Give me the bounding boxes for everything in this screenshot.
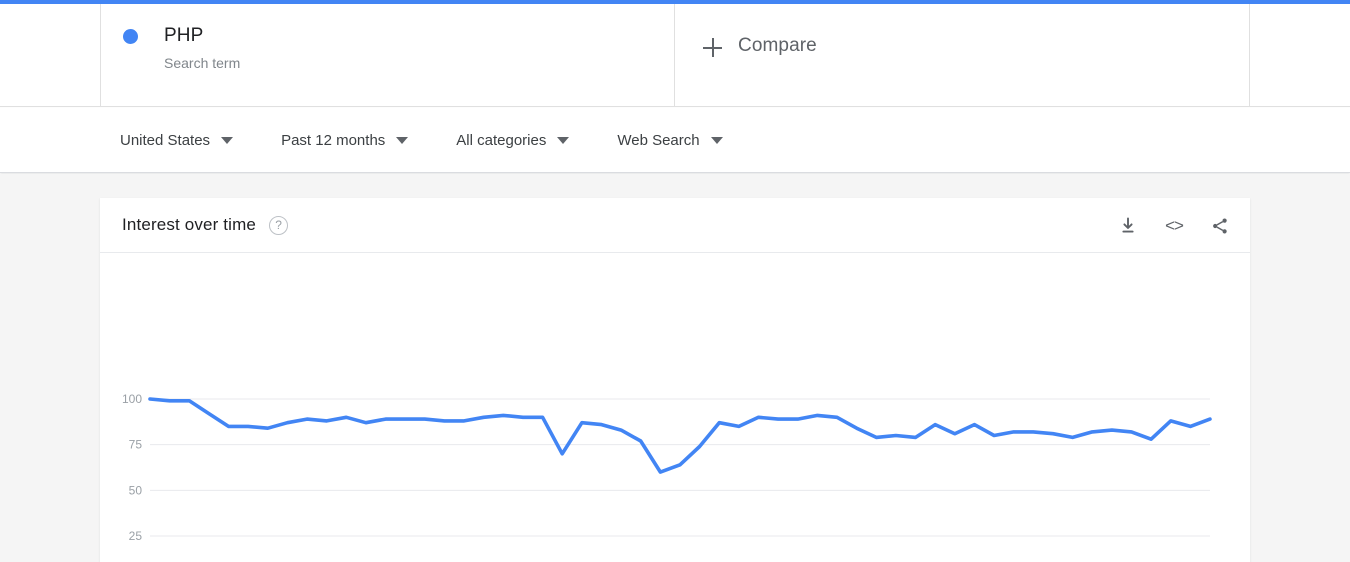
search-term-card[interactable]: PHP Search term bbox=[100, 4, 675, 107]
filter-time-range[interactable]: Past 12 months bbox=[281, 131, 409, 151]
card-actions: <> bbox=[1116, 198, 1232, 253]
filter-time-range-label: Past 12 months bbox=[281, 131, 386, 149]
compare-label: Compare bbox=[738, 35, 817, 56]
filter-location[interactable]: United States bbox=[120, 131, 234, 151]
search-term-header: PHP bbox=[123, 22, 674, 50]
series-color-dot-icon bbox=[123, 28, 138, 44]
page-title: Interest over time bbox=[122, 215, 257, 234]
chevron-down-icon bbox=[396, 137, 409, 144]
interest-over-time-chart[interactable]: 255075100 11 Aug 20191 Dec 201922 Mar 20… bbox=[100, 253, 1250, 562]
filter-search-type[interactable]: Web Search bbox=[617, 131, 723, 151]
filter-search-type-label: Web Search bbox=[617, 131, 700, 149]
page-body: Interest over time ? <> 25 50 75 100 bbox=[0, 174, 1350, 562]
chevron-down-icon bbox=[221, 137, 234, 144]
y-axis-tick-label: 25 bbox=[129, 529, 143, 543]
search-term-label: PHP bbox=[164, 25, 204, 46]
help-circle-icon[interactable]: ? bbox=[269, 215, 289, 235]
filter-location-label: United States bbox=[120, 131, 211, 149]
search-term-row: PHP Search term Compare bbox=[0, 4, 1350, 107]
plus-icon bbox=[703, 38, 722, 57]
google-trends-page: PHP Search term Compare United States Pa… bbox=[0, 0, 1350, 562]
filter-list: United States Past 12 months All categor… bbox=[120, 108, 771, 173]
embed-code-glyph: <> bbox=[1165, 215, 1184, 235]
chevron-down-icon bbox=[557, 137, 570, 144]
chart-series-line bbox=[148, 397, 1212, 474]
chevron-down-icon bbox=[710, 137, 723, 144]
filter-category-label: All categories bbox=[456, 131, 547, 149]
search-term-type: Search term bbox=[164, 55, 241, 71]
filter-category[interactable]: All categories bbox=[456, 131, 570, 151]
y-axis-tick-label: 100 bbox=[122, 392, 142, 406]
y-axis-tick-label: 75 bbox=[129, 438, 143, 452]
compare-button[interactable]: Compare bbox=[675, 4, 1250, 107]
card-header: Interest over time ? <> bbox=[100, 198, 1250, 253]
embed-code-icon[interactable]: <> bbox=[1162, 214, 1186, 238]
y-axis-tick-label: 50 bbox=[129, 483, 143, 497]
interest-over-time-card: Interest over time ? <> 25 50 75 100 bbox=[100, 198, 1250, 562]
download-icon[interactable] bbox=[1116, 214, 1140, 238]
chart-y-axis-ticks: 25 50 75 100 bbox=[122, 392, 142, 543]
filter-bar: United States Past 12 months All categor… bbox=[0, 108, 1350, 173]
chart-plot-area: 255075100 11 Aug 20191 Dec 201922 Mar 20… bbox=[100, 253, 1250, 562]
share-icon[interactable] bbox=[1208, 214, 1232, 238]
